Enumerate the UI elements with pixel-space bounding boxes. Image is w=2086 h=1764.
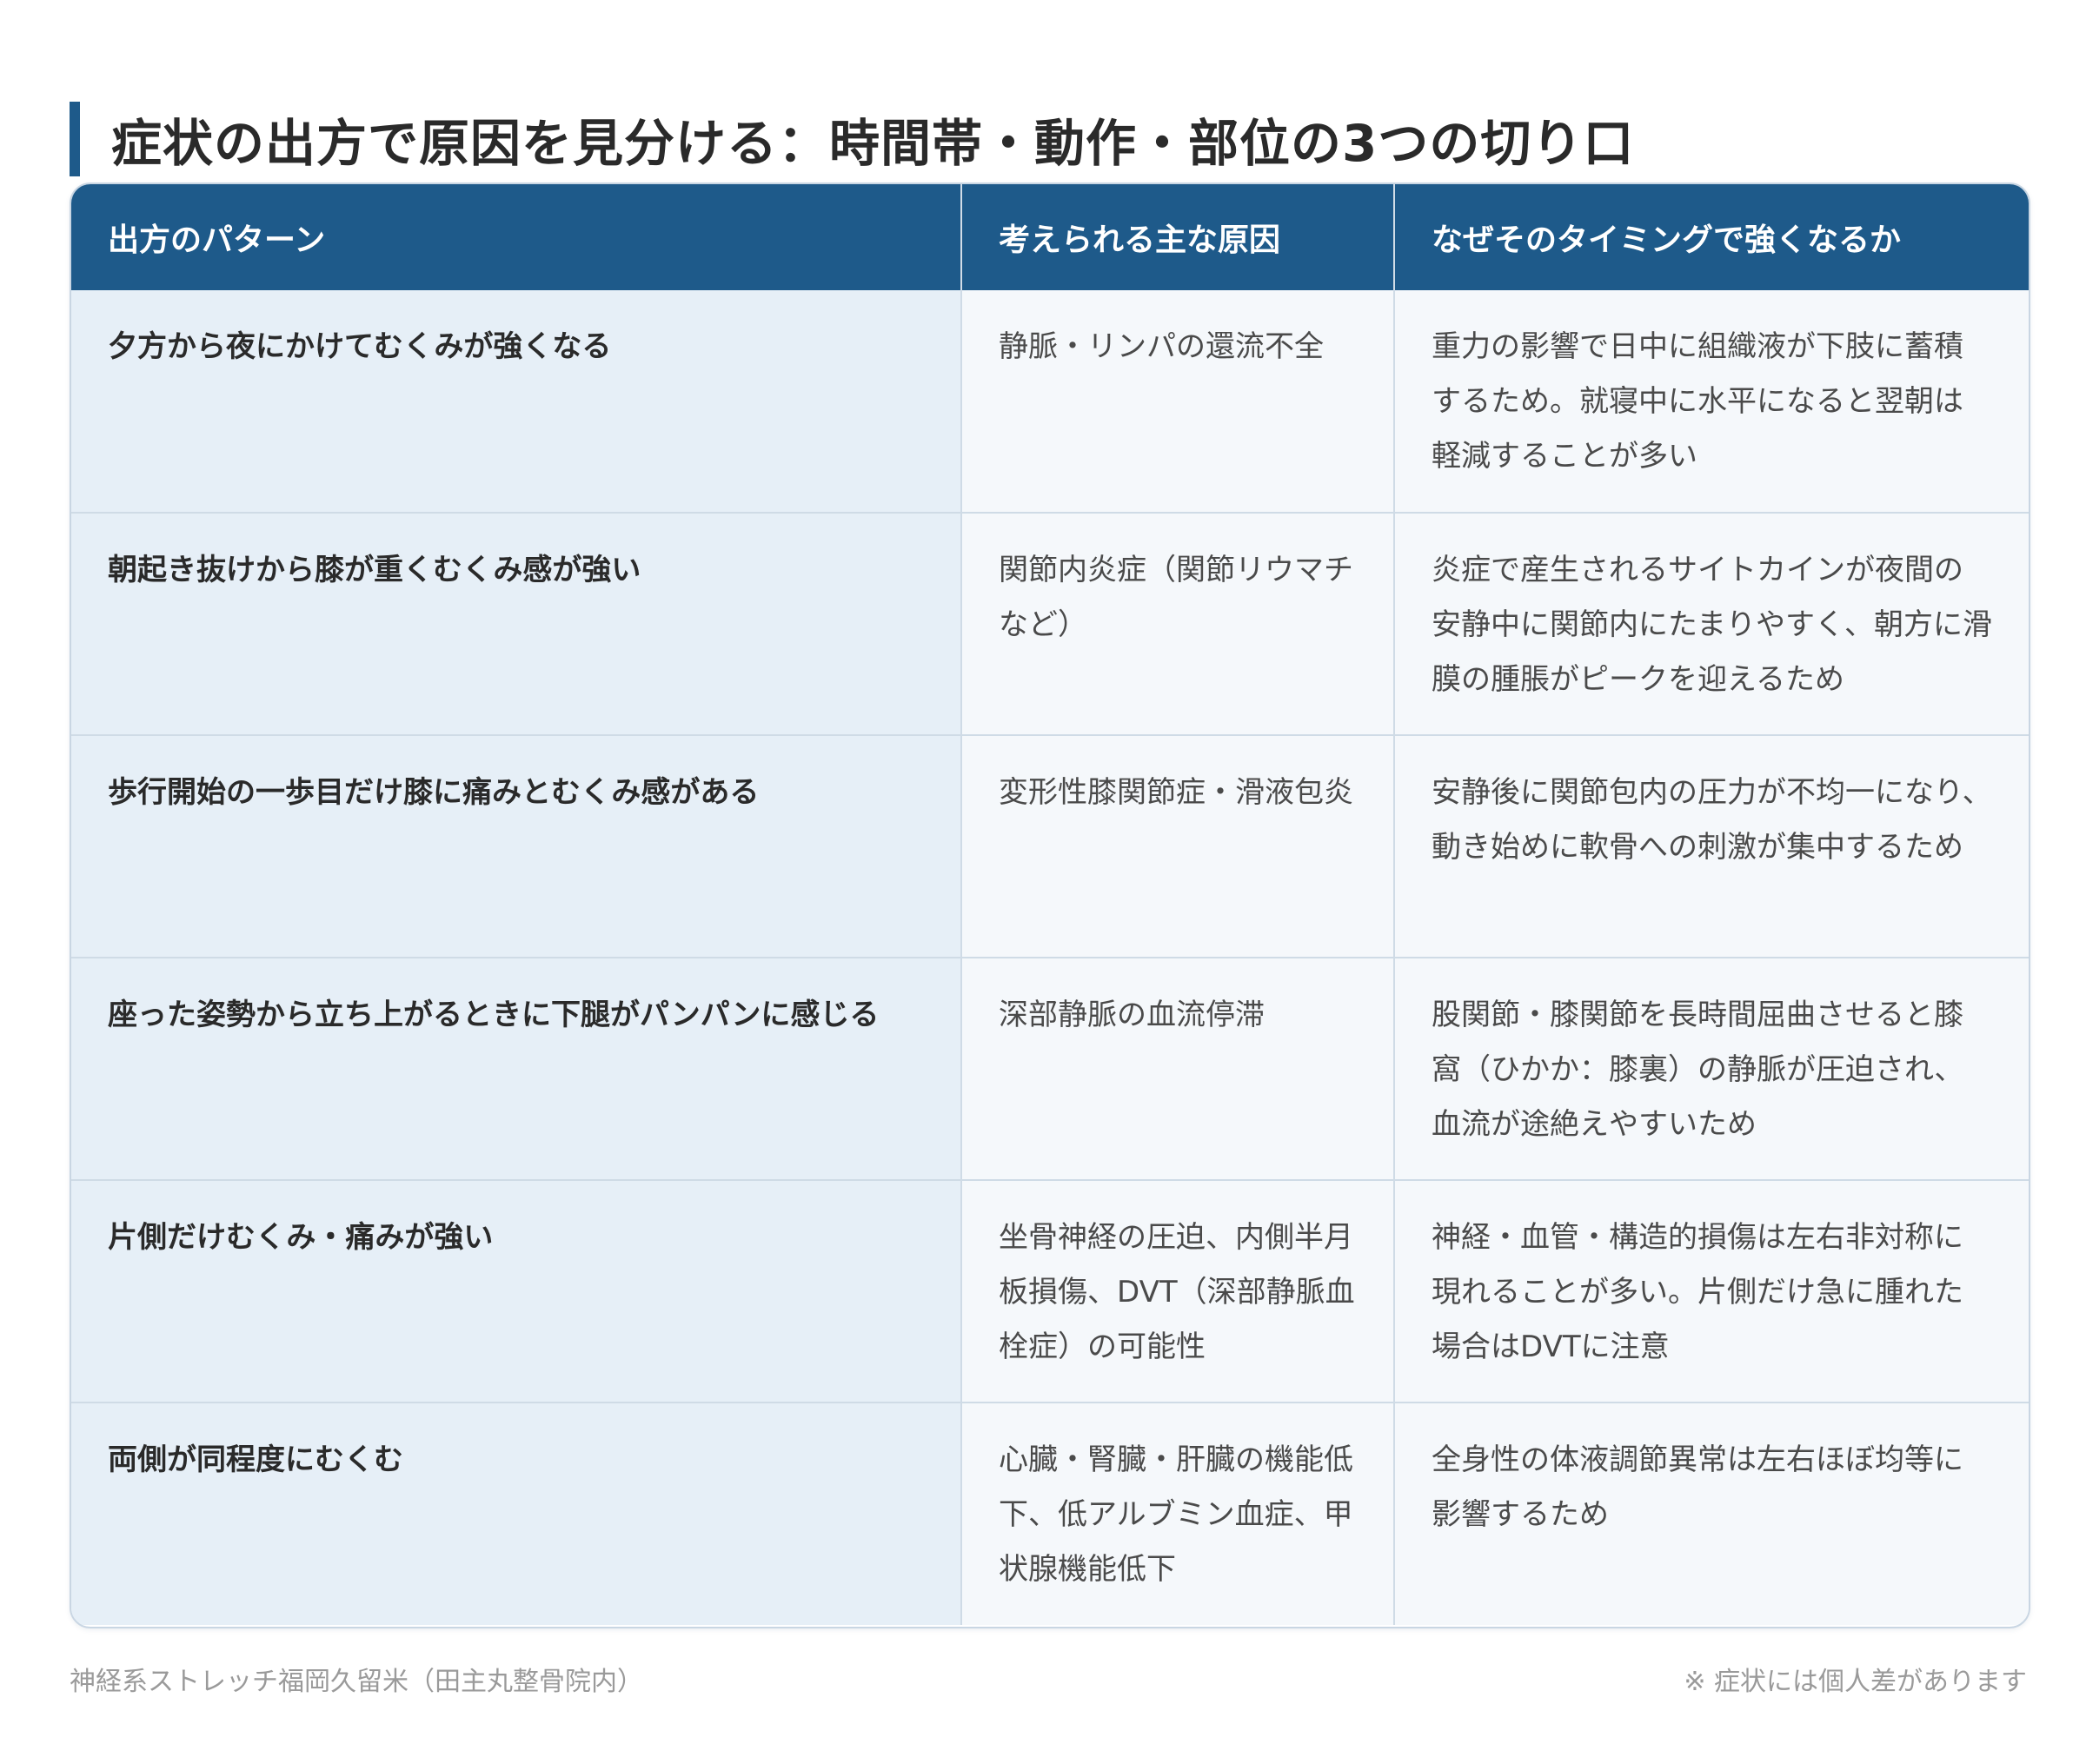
pattern-cell: 座った姿勢から立ち上がるときに下腿がパンパンに感じる	[71, 957, 962, 1180]
table-row: 座った姿勢から立ち上がるときに下腿がパンパンに感じる 深部静脈の血流停滞 股関節…	[71, 957, 2029, 1180]
pattern-cell: 夕方から夜にかけてむくみが強くなる	[71, 290, 962, 513]
table-row: 片側だけむくみ・痛みが強い 坐骨神経の圧迫、内側半月板損傷、DVT（深部静脈血栓…	[71, 1179, 2029, 1403]
header-pattern: 出方のパターン	[71, 184, 962, 290]
header-row: 出方のパターン 考えられる主な原因 なぜそのタイミングで強くなるか	[71, 184, 2029, 290]
reason-cell: 神経・血管・構造的損傷は左右非対称に現れることが多い。片側だけ急に腫れた場合はD…	[1394, 1179, 2029, 1403]
reason-cell: 全身性の体液調節異常は左右ほぼ均等に影響するため	[1394, 1402, 2029, 1625]
reason-cell: 安静後に関節包内の圧力が不均一になり、動き始めに軟骨への刺激が集中するため	[1394, 734, 2029, 958]
table-body: 夕方から夜にかけてむくみが強くなる 静脈・リンパの還流不全 重力の影響で日中に組…	[71, 290, 2029, 1625]
disclaimer-note: ※ 症状には個人差があります	[1684, 1667, 2027, 1697]
reason-cell: 炎症で産生されるサイトカインが夜間の安静中に関節内にたまりやすく、朝方に滑膜の腫…	[1394, 512, 2029, 735]
reason-cell: 重力の影響で日中に組織液が下肢に蓄積するため。就寝中に水平になると翌朝は軽減する…	[1394, 290, 2029, 513]
source-credit: 神経系ストレッチ福岡久留米（田主丸整骨院内）	[70, 1667, 643, 1697]
cause-cell: 変形性膝関節症・滑液包炎	[961, 734, 1395, 958]
table-header: 出方のパターン 考えられる主な原因 なぜそのタイミングで強くなるか	[71, 184, 2029, 290]
symptom-table-card: 出方のパターン 考えられる主な原因 なぜそのタイミングで強くなるか 夕方から夜に…	[70, 182, 2030, 1628]
table-row: 両側が同程度にむくむ 心臓・腎臓・肝臓の機能低下、低アルブミン血症、甲状腺機能低…	[71, 1402, 2029, 1625]
cause-cell: 坐骨神経の圧迫、内側半月板損傷、DVT（深部静脈血栓症）の可能性	[961, 1179, 1395, 1403]
table-row: 夕方から夜にかけてむくみが強くなる 静脈・リンパの還流不全 重力の影響で日中に組…	[71, 290, 2029, 513]
cause-cell: 深部静脈の血流停滞	[961, 957, 1395, 1180]
pattern-cell: 歩行開始の一歩目だけ膝に痛みとむくみ感がある	[71, 734, 962, 958]
cause-cell: 関節内炎症（関節リウマチなど）	[961, 512, 1395, 735]
header-cause: 考えられる主な原因	[961, 184, 1395, 290]
symptom-table: 出方のパターン 考えられる主な原因 なぜそのタイミングで強くなるか 夕方から夜に…	[71, 184, 2029, 1625]
pattern-cell: 片側だけむくみ・痛みが強い	[71, 1179, 962, 1403]
reason-cell: 股関節・膝関節を長時間屈曲させると膝窩（ひかか：膝裏）の静脈が圧迫され、血流が途…	[1394, 957, 2029, 1180]
cause-cell: 心臓・腎臓・肝臓の機能低下、低アルブミン血症、甲状腺機能低下	[961, 1402, 1395, 1625]
table-row: 歩行開始の一歩目だけ膝に痛みとむくみ感がある 変形性膝関節症・滑液包炎 安静後に…	[71, 734, 2029, 958]
pattern-cell: 両側が同程度にむくむ	[71, 1402, 962, 1625]
cause-cell: 静脈・リンパの還流不全	[961, 290, 1395, 513]
page-title: 症状の出方で原因を見分ける：時間帯・動作・部位の3つの切り口	[70, 101, 1634, 176]
header-reason: なぜそのタイミングで強くなるか	[1432, 222, 1902, 258]
table-row: 朝起き抜けから膝が重くむくみ感が強い 関節内炎症（関節リウマチなど） 炎症で産生…	[71, 512, 2029, 735]
pattern-cell: 朝起き抜けから膝が重くむくみ感が強い	[71, 512, 962, 735]
